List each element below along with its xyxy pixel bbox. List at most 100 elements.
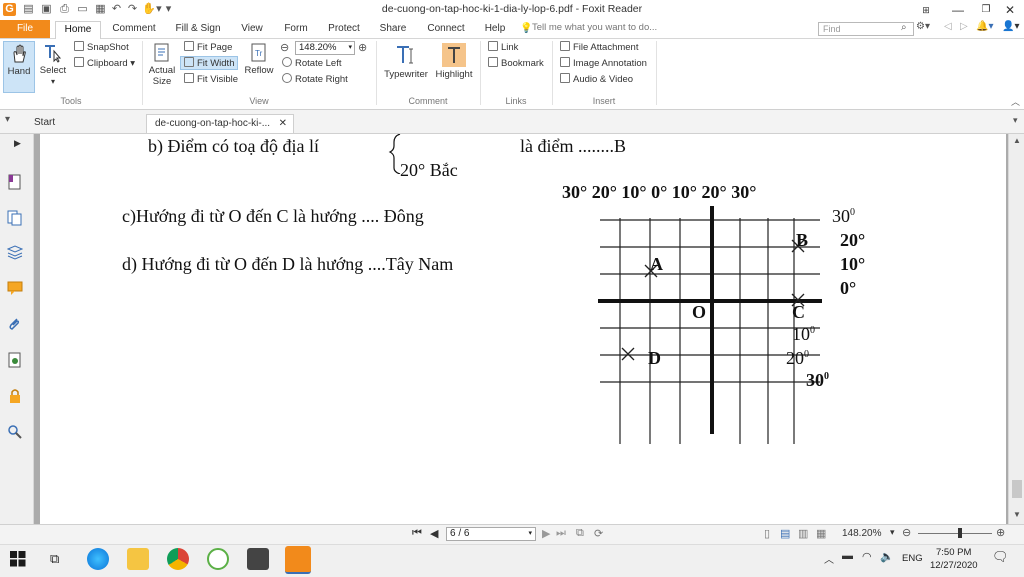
rotate-right-button[interactable]: Rotate Right xyxy=(282,73,348,87)
facing-page-icon[interactable]: ▥ xyxy=(798,527,808,540)
attachments-icon[interactable] xyxy=(7,316,23,332)
task-view-icon[interactable]: ⧉ xyxy=(50,551,59,567)
chrome-icon[interactable] xyxy=(167,548,189,570)
bookmark-button[interactable]: Bookmark xyxy=(488,57,544,71)
fit-icon[interactable]: ⧉ xyxy=(576,527,584,540)
notification-bell-icon[interactable]: 🔔▾ xyxy=(976,21,993,32)
tab-list-dropdown-icon[interactable]: ▾ xyxy=(1013,115,1018,126)
zoom-in-icon[interactable]: ⊕ xyxy=(358,41,367,54)
select-button[interactable]: Select ▾ xyxy=(38,41,68,87)
pages-icon[interactable] xyxy=(7,210,23,226)
search-icon[interactable]: ⌕ xyxy=(901,22,907,33)
typewriter-button[interactable]: Typewriter xyxy=(382,41,430,80)
nav-back-icon[interactable]: ◁ xyxy=(944,21,952,32)
layers-icon[interactable] xyxy=(7,244,23,260)
page-number-input[interactable]: 6 / 6 ▾ xyxy=(446,527,536,541)
hand-label: Hand xyxy=(7,66,31,77)
fit-width-button[interactable]: Fit Width xyxy=(180,56,239,70)
zoom-out-status-icon[interactable]: ⊖ xyxy=(902,526,911,539)
foxit-reader-taskbar-icon[interactable] xyxy=(285,546,311,574)
scroll-down-icon[interactable]: ▼ xyxy=(1013,510,1021,519)
origin-o-label: O xyxy=(692,302,707,322)
degree-sup: 0 xyxy=(804,349,809,360)
continuous-facing-icon[interactable]: ▦ xyxy=(816,527,826,540)
actual-size-button[interactable]: Actual Size xyxy=(146,41,178,87)
audio-video-button[interactable]: Audio & Video xyxy=(560,73,633,87)
expand-panel-icon[interactable]: ▶ xyxy=(14,138,21,149)
link-button[interactable]: Link xyxy=(488,41,518,55)
fit-page-button[interactable]: Fit Page xyxy=(184,41,232,55)
close-button[interactable]: ✕ xyxy=(994,0,1024,20)
zoom-dropdown-icon[interactable]: ▾ xyxy=(890,527,895,538)
tab-document[interactable]: de-cuong-on-tap-hoc-ki-... ✕ xyxy=(146,114,294,133)
single-page-icon[interactable]: ▯ xyxy=(764,527,770,540)
windows-start-icon[interactable] xyxy=(10,551,26,567)
vertical-scrollbar[interactable]: ▲ ▼ xyxy=(1008,134,1024,524)
signature-icon[interactable] xyxy=(7,352,23,368)
layout-icon[interactable]: ⊞ xyxy=(910,0,942,20)
edge-browser-icon[interactable] xyxy=(87,548,109,570)
clock-date[interactable]: 12/27/2020 xyxy=(930,560,978,571)
tab-connect[interactable]: Connect xyxy=(424,22,468,38)
calculator-icon[interactable] xyxy=(247,548,269,570)
tab-view[interactable]: View xyxy=(236,22,268,38)
clipboard-button[interactable]: Clipboard ▾ xyxy=(74,57,135,71)
zoom-in-status-icon[interactable]: ⊕ xyxy=(996,526,1005,539)
file-explorer-icon[interactable] xyxy=(127,548,149,570)
continuous-page-icon[interactable]: ▤ xyxy=(780,527,790,540)
zoom-out-icon[interactable]: ⊖ xyxy=(280,41,289,54)
rotate-view-icon[interactable]: ⟳ xyxy=(594,527,603,540)
nav-forward-icon[interactable]: ▷ xyxy=(960,21,968,32)
last-page-icon[interactable]: ⏭ xyxy=(556,527,566,540)
first-page-icon[interactable]: ⏮ xyxy=(412,527,422,540)
link-icon xyxy=(488,41,498,51)
image-annotation-button[interactable]: Image Annotation xyxy=(560,57,647,71)
show-hidden-icons[interactable]: ︿ xyxy=(824,551,834,566)
file-attachment-button[interactable]: File Attachment xyxy=(560,41,638,55)
zoom-select[interactable]: 148.20% ▾ xyxy=(295,41,355,55)
coccoc-browser-icon[interactable] xyxy=(207,548,229,570)
network-icon[interactable]: ◠ xyxy=(862,550,872,563)
tab-home[interactable]: Home xyxy=(55,21,101,39)
tab-start[interactable]: Start xyxy=(26,114,144,133)
previous-page-icon[interactable]: ◀ xyxy=(430,527,438,540)
tab-fill-sign[interactable]: Fill & Sign xyxy=(170,22,226,38)
settings-icon[interactable]: ⚙▾ xyxy=(916,21,930,32)
bookmarks-icon[interactable] xyxy=(7,174,23,190)
next-page-icon[interactable]: ▶ xyxy=(542,527,550,540)
scroll-thumb[interactable] xyxy=(1012,480,1022,498)
tab-help[interactable]: Help xyxy=(480,22,510,38)
tabs-menu-icon[interactable]: ▾ xyxy=(5,114,10,125)
scroll-up-icon[interactable]: ▲ xyxy=(1013,136,1021,145)
close-tab-icon[interactable]: ✕ xyxy=(279,115,287,133)
zoom-slider-track[interactable] xyxy=(918,533,992,534)
hand-button[interactable]: Hand xyxy=(3,41,35,93)
zoom-slider-thumb[interactable] xyxy=(958,528,962,538)
clock-time[interactable]: 7:50 PM xyxy=(936,547,971,558)
security-lock-icon[interactable] xyxy=(7,388,23,404)
select-dropdown-icon[interactable]: ▾ xyxy=(51,77,55,86)
fit-visible-button[interactable]: Fit Visible xyxy=(184,73,238,87)
snapshot-button[interactable]: SnapShot xyxy=(74,41,129,55)
volume-icon[interactable]: 🔈 xyxy=(880,550,894,563)
reflow-button[interactable]: Tr Reflow xyxy=(244,41,274,76)
tab-share[interactable]: Share xyxy=(376,22,410,38)
tab-protect[interactable]: Protect xyxy=(324,22,364,38)
tab-comment[interactable]: Comment xyxy=(108,22,160,38)
find-input[interactable]: Find xyxy=(818,22,914,36)
document-tab-bar: ▾ Start de-cuong-on-tap-hoc-ki-... ✕ ▾ xyxy=(0,110,1024,134)
document-viewport[interactable]: b) Điểm có toạ độ địa lí là điểm .......… xyxy=(34,134,1008,524)
search-tool-icon[interactable] xyxy=(7,424,23,440)
tab-file[interactable]: File xyxy=(0,20,50,38)
tab-form[interactable]: Form xyxy=(280,22,312,38)
battery-icon[interactable]: ▬ xyxy=(842,550,853,562)
collapse-ribbon-icon[interactable]: ︿ xyxy=(1011,95,1020,108)
highlight-button[interactable]: Highlight xyxy=(434,41,474,80)
tell-me-input[interactable]: Tell me what you want to do... xyxy=(532,22,657,33)
comments-icon[interactable] xyxy=(7,280,23,296)
rotate-left-button[interactable]: Rotate Left xyxy=(282,57,341,71)
user-icon[interactable]: 👤▾ xyxy=(1002,21,1019,32)
action-center-icon[interactable]: 🗨 xyxy=(992,549,1009,565)
language-indicator[interactable]: ENG xyxy=(902,553,923,564)
camera-icon xyxy=(74,41,84,51)
